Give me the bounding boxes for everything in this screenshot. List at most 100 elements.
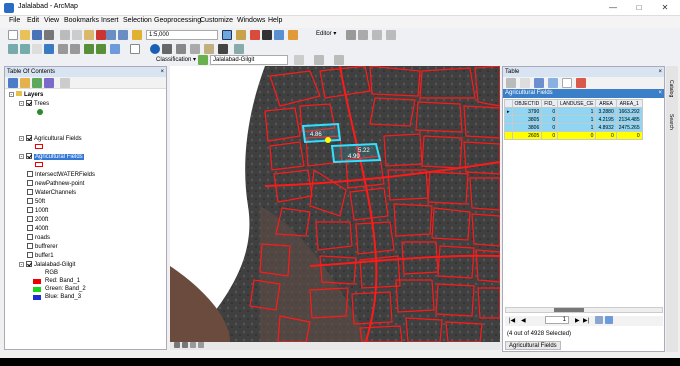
- zoom-in-icon[interactable]: [8, 44, 18, 54]
- maximize-button[interactable]: □: [626, 2, 652, 14]
- select-by-attributes-icon[interactable]: [534, 78, 544, 88]
- table-cell[interactable]: 1: [557, 115, 597, 124]
- switch-selection-icon[interactable]: [548, 78, 558, 88]
- table-cell[interactable]: 0: [615, 131, 643, 140]
- layer-visibility-checkbox[interactable]: [27, 243, 33, 249]
- table-row[interactable]: 3805 0 1 4.2195 2134.485: [504, 115, 643, 124]
- column-header[interactable]: LANDUSE_CE: [557, 99, 597, 108]
- edit-tool-icon[interactable]: [346, 30, 356, 40]
- data-view-icon[interactable]: [174, 342, 180, 348]
- row-selector[interactable]: [504, 115, 513, 124]
- create-viewer-icon[interactable]: [234, 44, 244, 54]
- last-record-icon[interactable]: ▶|: [583, 317, 589, 324]
- toc-item-roads[interactable]: roads: [27, 234, 50, 241]
- layer-visibility-checkbox[interactable]: [27, 198, 33, 204]
- toc-item-50ft[interactable]: 50ft: [27, 198, 45, 205]
- scrollbar-thumb[interactable]: [554, 308, 584, 312]
- table-cell[interactable]: 2475.265: [615, 123, 643, 132]
- go-back-icon[interactable]: [84, 44, 94, 54]
- tab-agricultural-fields[interactable]: Agricultural Fields: [505, 341, 561, 350]
- menu-file[interactable]: File: [9, 17, 20, 24]
- hyperlink-icon[interactable]: [190, 44, 200, 54]
- list-by-source-icon[interactable]: [20, 78, 30, 88]
- editor-toolbar-icon[interactable]: [222, 30, 232, 40]
- layer-visibility-checkbox[interactable]: [26, 153, 32, 159]
- menu-insert[interactable]: Insert: [101, 17, 119, 24]
- list-by-selection-icon[interactable]: [44, 78, 54, 88]
- layer-visibility-checkbox[interactable]: [27, 171, 33, 177]
- search-window-icon[interactable]: [274, 30, 284, 40]
- model-builder-icon[interactable]: [288, 30, 298, 40]
- menu-geoprocessing[interactable]: Geoprocessing: [154, 17, 201, 24]
- map-view[interactable]: 4.99 5.22 4.86: [170, 66, 500, 342]
- column-header[interactable]: FID_: [541, 99, 559, 108]
- record-number-input[interactable]: 1: [545, 316, 569, 324]
- toc-item-400ft[interactable]: 400ft: [27, 225, 48, 232]
- first-record-icon[interactable]: |◀: [509, 317, 515, 324]
- layer-visibility-checkbox[interactable]: [27, 189, 33, 195]
- undo-icon[interactable]: [106, 30, 116, 40]
- find-icon[interactable]: [162, 44, 172, 54]
- fixed-zoom-in-icon[interactable]: [58, 44, 68, 54]
- column-header[interactable]: AREA_1: [615, 99, 643, 108]
- table-cell[interactable]: 1: [557, 107, 597, 116]
- python-window-icon[interactable]: [262, 30, 272, 40]
- close-icon[interactable]: ×: [658, 89, 662, 98]
- time-slider-icon[interactable]: [218, 44, 228, 54]
- toc-item-trees[interactable]: - Trees: [19, 100, 49, 107]
- catalog-tab[interactable]: Catalog: [668, 80, 674, 97]
- layer-visibility-checkbox[interactable]: [26, 135, 32, 141]
- measure-icon[interactable]: [176, 44, 186, 54]
- full-extent-icon[interactable]: [44, 44, 54, 54]
- menu-selection[interactable]: Selection: [123, 17, 152, 24]
- table-options-icon[interactable]: [506, 78, 516, 88]
- table-row[interactable]: 2605 0 0 0 0: [504, 131, 643, 140]
- minimize-button[interactable]: —: [600, 2, 626, 14]
- add-data-icon[interactable]: [132, 30, 142, 40]
- clear-selection-icon[interactable]: [562, 78, 572, 88]
- toc-item-jalalabad-gilgit[interactable]: - Jalalabad-Gilgit: [19, 261, 75, 268]
- menu-windows[interactable]: Windows: [237, 17, 265, 24]
- layer-visibility-checkbox[interactable]: [27, 216, 33, 222]
- previous-record-icon[interactable]: ◀: [521, 317, 526, 324]
- copy-icon[interactable]: [72, 30, 82, 40]
- list-by-visibility-icon[interactable]: [32, 78, 42, 88]
- table-cell[interactable]: 0: [557, 131, 597, 140]
- options-icon[interactable]: [60, 78, 70, 88]
- table-cell[interactable]: 1663.292: [615, 107, 643, 116]
- horizontal-scrollbar[interactable]: [505, 307, 663, 313]
- toolbox-icon[interactable]: [250, 30, 260, 40]
- layer-combo[interactable]: Jalalabad-Gilgit: [210, 55, 288, 65]
- save-icon[interactable]: [32, 30, 42, 40]
- row-selector[interactable]: [504, 123, 513, 132]
- next-record-icon[interactable]: ▶: [575, 317, 580, 324]
- layer-visibility-checkbox[interactable]: [26, 261, 32, 267]
- layer-visibility-checkbox[interactable]: [27, 234, 33, 240]
- toc-item-buffer1[interactable]: buffer1: [27, 252, 54, 259]
- table-cell[interactable]: 4.8932: [595, 123, 617, 132]
- layer-visibility-checkbox[interactable]: [27, 207, 33, 213]
- table-cell[interactable]: 2134.485: [615, 115, 643, 124]
- table-cell[interactable]: 1: [557, 123, 597, 132]
- edit-annotation-icon[interactable]: [358, 30, 368, 40]
- refresh-icon[interactable]: [190, 342, 196, 348]
- map-canvas[interactable]: 4.99 5.22 4.86: [170, 66, 500, 342]
- straight-segment-icon[interactable]: [372, 30, 382, 40]
- table-cell[interactable]: 2605: [511, 131, 543, 140]
- toc-item-agricultural-fields-1[interactable]: - Agricultural Fields: [19, 135, 82, 142]
- table-cell[interactable]: 0: [541, 123, 559, 132]
- toc-item-buffrerer[interactable]: buffrerer: [27, 243, 58, 250]
- delete-icon[interactable]: [96, 30, 106, 40]
- table-cell[interactable]: 0: [541, 107, 559, 116]
- close-icon[interactable]: ×: [160, 67, 164, 77]
- map-scale-combo[interactable]: 1:5,000: [146, 30, 218, 40]
- toc-layers-root[interactable]: - Layers: [9, 91, 43, 98]
- toc-item-intersect-water-fields[interactable]: IntersectWATERFields: [27, 171, 95, 178]
- search-tab[interactable]: Search: [668, 114, 674, 130]
- toc-item-new-path-new-point[interactable]: newPathnew-point: [27, 180, 84, 187]
- sample-manager-icon[interactable]: [334, 55, 344, 65]
- table-cell[interactable]: 3790: [511, 107, 543, 116]
- go-forward-icon[interactable]: [96, 44, 106, 54]
- table-cell[interactable]: 0: [541, 115, 559, 124]
- table-cell[interactable]: 0: [595, 131, 617, 140]
